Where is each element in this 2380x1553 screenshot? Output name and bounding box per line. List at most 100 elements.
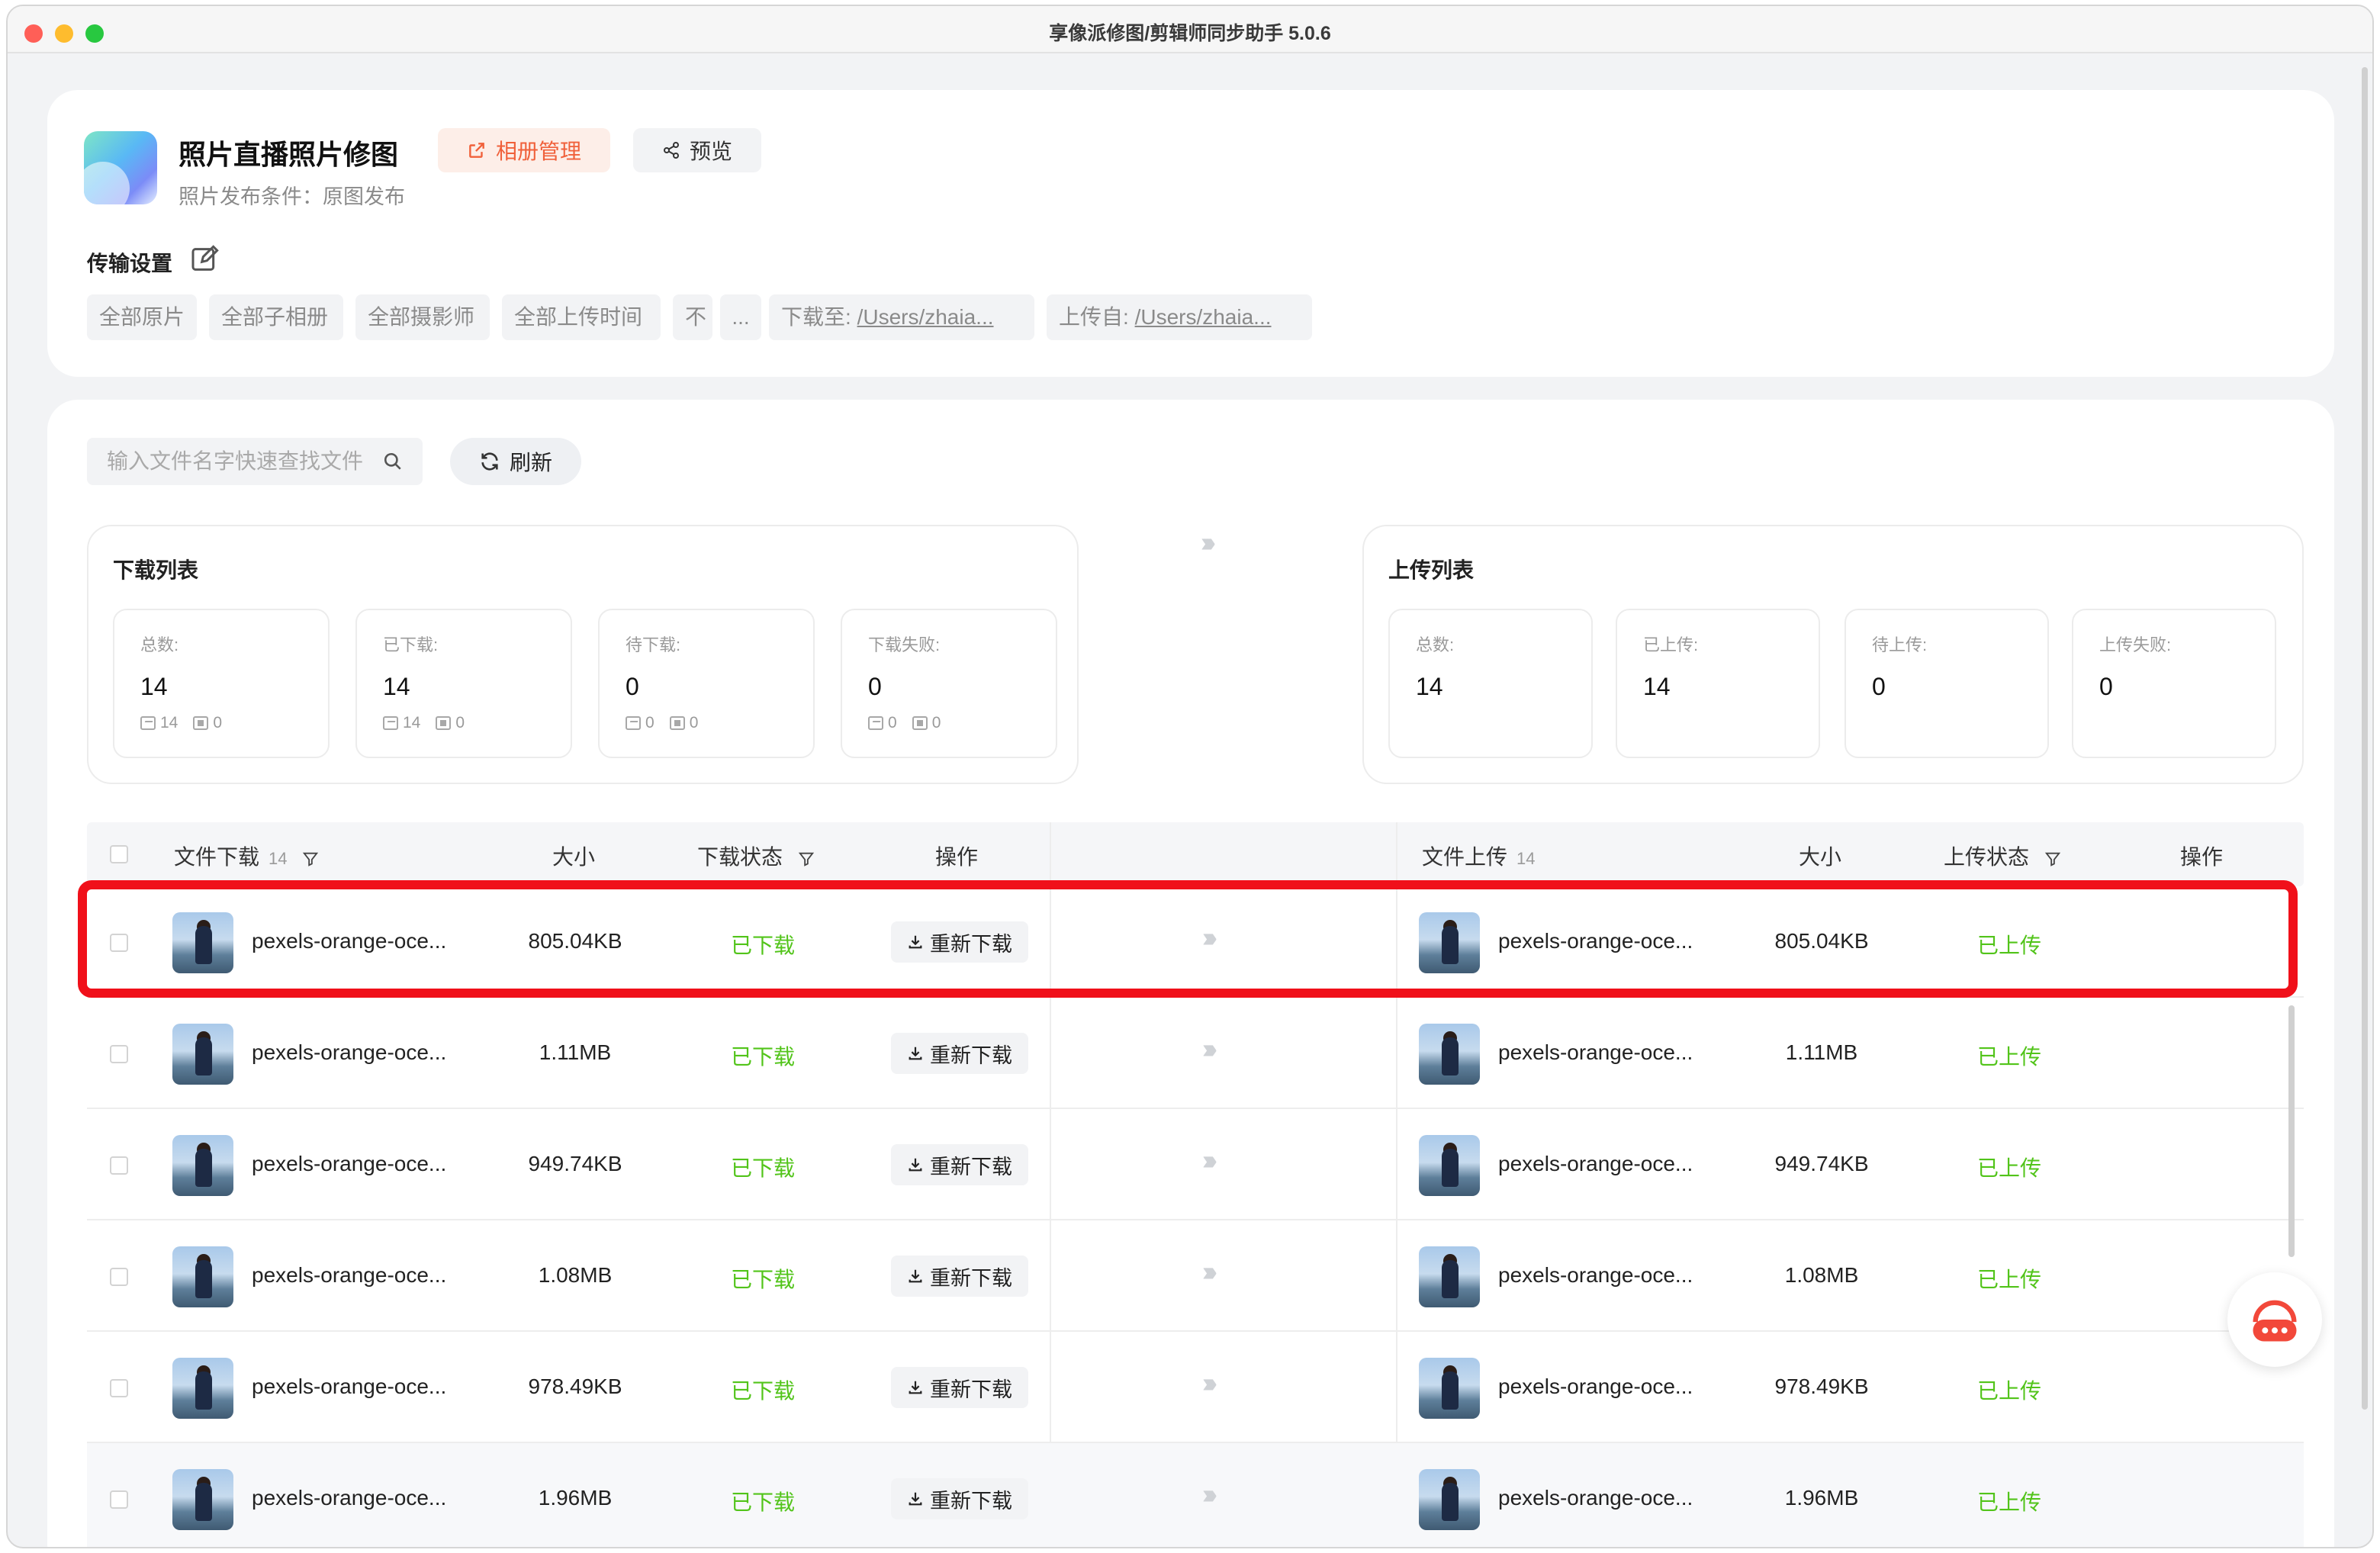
filter-icon[interactable] xyxy=(2044,850,2061,867)
stat-label: 待下载: xyxy=(626,635,681,654)
table-row[interactable]: pexels-orange-oce... 805.04KB 已下载 重新下载 ›… xyxy=(87,886,2304,998)
row-checkbox[interactable] xyxy=(110,1156,128,1175)
upload-status: 已上传 xyxy=(1976,934,2041,957)
transfer-arrows-icon: ››› xyxy=(1202,1144,1217,1175)
download-path[interactable]: /Users/zhaia... xyxy=(857,305,994,329)
image-count: 14 xyxy=(403,714,421,731)
upload-stat-uploaded: 已上传: 14 xyxy=(1616,609,1820,758)
window-scrollbar[interactable] xyxy=(2362,67,2368,1410)
image-count: 14 xyxy=(160,714,178,731)
download-status: 已下载 xyxy=(730,1379,795,1403)
download-status: 已下载 xyxy=(730,1490,795,1514)
stat-label: 总数: xyxy=(140,635,179,654)
row-checkbox[interactable] xyxy=(110,934,128,952)
album-management-label: 相册管理 xyxy=(495,140,581,163)
download-file-size: 949.74KB xyxy=(528,1152,622,1175)
row-checkbox[interactable] xyxy=(110,1490,128,1509)
download-file-name: pexels-orange-oce... xyxy=(252,929,447,953)
stat-breakdown: 14 0 xyxy=(383,714,465,732)
chip-all-upload-times[interactable]: 全部上传时间 xyxy=(502,294,661,340)
row-checkbox[interactable] xyxy=(110,1045,128,1063)
header-download-file: 文件下载 14 xyxy=(174,841,319,871)
upload-from-label: 上传自: xyxy=(1059,305,1129,329)
stat-breakdown: 0 0 xyxy=(626,714,698,732)
upload-file-name: pexels-orange-oce... xyxy=(1498,1486,1693,1510)
upload-status: 已上传 xyxy=(1976,1045,2041,1069)
table-row[interactable]: pexels-orange-oce... 978.49KB 已下载 重新下载 ›… xyxy=(87,1332,2304,1443)
share-icon xyxy=(663,142,679,159)
video-icon xyxy=(912,716,928,730)
download-file-size: 1.96MB xyxy=(538,1486,613,1510)
download-thumbnail xyxy=(172,1135,233,1196)
download-stat-downloaded: 已下载: 14 14 0 xyxy=(355,609,572,758)
upload-thumbnail xyxy=(1419,1246,1480,1307)
header-download-size: 大小 xyxy=(552,845,596,869)
stat-value: 0 xyxy=(1872,673,1886,700)
stat-value: 14 xyxy=(1643,673,1671,700)
table-scrollbar[interactable] xyxy=(2288,1005,2295,1257)
chip-all-photographers[interactable]: 全部摄影师 xyxy=(355,294,490,340)
redownload-button[interactable]: 重新下载 xyxy=(891,1144,1028,1185)
download-stat-total: 总数: 14 14 0 xyxy=(113,609,330,758)
upload-path[interactable]: /Users/zhaia... xyxy=(1135,305,1272,329)
download-thumbnail xyxy=(172,912,233,973)
download-file-size: 805.04KB xyxy=(528,929,622,953)
stat-value: 14 xyxy=(140,673,168,700)
header-upload-file: 文件上传 14 xyxy=(1422,841,1536,871)
image-count: 0 xyxy=(888,714,897,731)
redownload-button[interactable]: 重新下载 xyxy=(891,1256,1028,1297)
chip-download-to[interactable]: 下载至: /Users/zhaia... xyxy=(769,294,1034,340)
album-management-button[interactable]: 相册管理 xyxy=(438,128,610,172)
upload-file-size: 1.08MB xyxy=(1784,1263,1859,1287)
redownload-label: 重新下载 xyxy=(930,1043,1012,1067)
download-status: 已下载 xyxy=(730,1156,795,1180)
customer-support-button[interactable] xyxy=(2227,1272,2322,1367)
filter-icon[interactable] xyxy=(798,850,815,867)
chip-all-originals[interactable]: 全部原片 xyxy=(87,294,197,340)
row-checkbox[interactable] xyxy=(110,1268,128,1286)
redownload-button[interactable]: 重新下载 xyxy=(891,1367,1028,1408)
download-file-name: pexels-orange-oce... xyxy=(252,1263,447,1287)
table-row[interactable]: pexels-orange-oce... 1.11MB 已下载 重新下载 ›››… xyxy=(87,998,2304,1109)
upload-file-size: 949.74KB xyxy=(1774,1152,1869,1175)
download-thumbnail xyxy=(172,1024,233,1085)
preview-button[interactable]: 预览 xyxy=(633,128,761,172)
redownload-button[interactable]: 重新下载 xyxy=(891,921,1028,963)
stat-label: 下载失败: xyxy=(868,635,941,654)
stat-label: 上传失败: xyxy=(2099,635,2172,654)
stat-label: 已上传: xyxy=(1643,635,1699,654)
chip-truncated[interactable]: 不 xyxy=(673,294,712,340)
table-row[interactable]: pexels-orange-oce... 1.96MB 已下载 重新下载 ›››… xyxy=(87,1443,2304,1547)
header-upload-status-label: 上传状态 xyxy=(1944,845,2030,869)
download-file-size: 978.49KB xyxy=(528,1375,622,1398)
download-file-size: 1.08MB xyxy=(538,1263,613,1287)
stat-value: 14 xyxy=(383,673,410,700)
search-input[interactable]: 输入文件名字快速查找文件 xyxy=(87,438,423,485)
search-icon[interactable] xyxy=(383,452,403,471)
table-row[interactable]: pexels-orange-oce... 949.74KB 已下载 重新下载 ›… xyxy=(87,1109,2304,1220)
download-icon xyxy=(909,1047,922,1060)
header-download-status-label: 下载状态 xyxy=(697,845,783,869)
refresh-label: 刷新 xyxy=(509,451,552,474)
edit-icon[interactable] xyxy=(189,244,220,275)
chip-all-subalbums[interactable]: 全部子相册 xyxy=(209,294,343,340)
download-list-panel: 下载列表 总数: 14 14 0 已下载: 14 14 0 待下载: 0 0 0… xyxy=(87,525,1079,784)
row-checkbox[interactable] xyxy=(110,1379,128,1397)
refresh-button[interactable]: 刷新 xyxy=(450,438,581,485)
album-info-card: 照片直播照片修图 相册管理 预览 照片发布条件：原图发布 传输设置 全部原片 全… xyxy=(47,90,2334,377)
header-download-status: 下载状态 xyxy=(697,841,815,871)
download-thumbnail xyxy=(172,1246,233,1307)
select-all-checkbox[interactable] xyxy=(110,845,128,863)
download-icon xyxy=(909,1381,922,1394)
redownload-button[interactable]: 重新下载 xyxy=(891,1478,1028,1519)
redownload-button[interactable]: 重新下载 xyxy=(891,1033,1028,1074)
filter-icon[interactable] xyxy=(302,850,319,867)
download-status: 已下载 xyxy=(730,1268,795,1291)
table-row[interactable]: pexels-orange-oce... 1.08MB 已下载 重新下载 ›››… xyxy=(87,1220,2304,1332)
chip-more[interactable]: ... xyxy=(720,294,761,340)
image-icon xyxy=(626,716,641,730)
download-file-name: pexels-orange-oce... xyxy=(252,1486,447,1510)
download-count: 14 xyxy=(269,849,288,868)
chip-upload-from[interactable]: 上传自: /Users/zhaia... xyxy=(1047,294,1312,340)
video-icon xyxy=(436,716,452,730)
